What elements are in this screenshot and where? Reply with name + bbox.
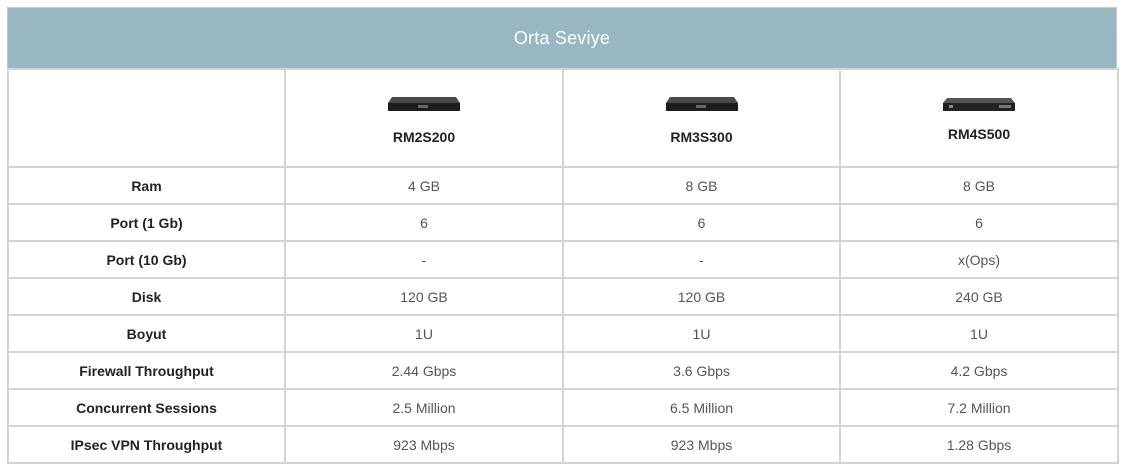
spec-value: 2.5 Million: [284, 388, 564, 427]
spec-row-port-1gb: Port (1 Gb) 6 6 6: [7, 203, 1119, 242]
spec-value: 1.28 Gbps: [839, 425, 1119, 464]
spec-value: 120 GB: [562, 277, 841, 316]
network-appliance-icon: [665, 97, 738, 111]
model-header-row: RM2S200 RM3S300 RM4S500: [7, 68, 1119, 168]
network-appliance-icon: [943, 98, 1015, 111]
network-appliance-icon: [388, 97, 460, 111]
spec-row-disk: Disk 120 GB 120 GB 240 GB: [7, 277, 1119, 316]
spec-value: 6: [284, 203, 564, 242]
row-label: Boyut: [7, 314, 286, 353]
spec-row-boyut: Boyut 1U 1U 1U: [7, 314, 1119, 353]
spec-value: 4.2 Gbps: [839, 351, 1119, 390]
model-cell-rm3s300: RM3S300: [562, 68, 841, 168]
spec-value: 1U: [284, 314, 564, 353]
spec-value: 6: [562, 203, 841, 242]
row-label: Firewall Throughput: [7, 351, 286, 390]
model-name: RM3S300: [670, 129, 733, 145]
row-label: Concurrent Sessions: [7, 388, 286, 427]
spec-value: -: [562, 240, 841, 279]
spec-value: 1U: [839, 314, 1119, 353]
spec-row-ipsec-vpn-throughput: IPsec VPN Throughput 923 Mbps 923 Mbps 1…: [7, 425, 1119, 464]
spec-value: 8 GB: [839, 166, 1119, 205]
model-name: RM2S200: [392, 129, 456, 145]
spec-value: 240 GB: [839, 277, 1119, 316]
row-label: Disk: [7, 277, 286, 316]
spec-value: 6: [839, 203, 1119, 242]
spec-row-port-10gb: Port (10 Gb) - - x(Ops): [7, 240, 1119, 279]
table-title: Orta Seviye: [7, 7, 1117, 68]
spec-value: 8 GB: [562, 166, 841, 205]
spec-value: x(Ops): [839, 240, 1119, 279]
spec-value: 3.6 Gbps: [562, 351, 841, 390]
row-label: Port (10 Gb): [7, 240, 286, 279]
row-label: IPsec VPN Throughput: [7, 425, 286, 464]
spec-value: 1U: [562, 314, 841, 353]
comparison-panel: Orta Seviye RM2S200 RM3S300 RM4S500 Ram …: [7, 7, 1119, 464]
spec-value: 7.2 Million: [839, 388, 1119, 427]
model-name: RM4S500: [947, 126, 1011, 142]
spec-value: 923 Mbps: [284, 425, 564, 464]
spec-row-firewall-throughput: Firewall Throughput 2.44 Gbps 3.6 Gbps 4…: [7, 351, 1119, 390]
spec-row-concurrent-sessions: Concurrent Sessions 2.5 Million 6.5 Mill…: [7, 388, 1119, 427]
spec-value: 2.44 Gbps: [284, 351, 564, 390]
empty-corner-cell: [7, 68, 286, 168]
specs-table: RM2S200 RM3S300 RM4S500 Ram 4 GB 8 GB 8 …: [7, 68, 1119, 464]
model-cell-rm2s200: RM2S200: [284, 68, 564, 168]
row-label: Ram: [7, 166, 286, 205]
row-label: Port (1 Gb): [7, 203, 286, 242]
spec-value: 923 Mbps: [562, 425, 841, 464]
spec-value: 4 GB: [284, 166, 564, 205]
spec-value: 6.5 Million: [562, 388, 841, 427]
model-cell-rm4s500: RM4S500: [839, 68, 1119, 168]
table-title-text: Orta Seviye: [513, 27, 611, 48]
spec-value: 120 GB: [284, 277, 564, 316]
spec-value: -: [284, 240, 564, 279]
spec-row-ram: Ram 4 GB 8 GB 8 GB: [7, 166, 1119, 205]
